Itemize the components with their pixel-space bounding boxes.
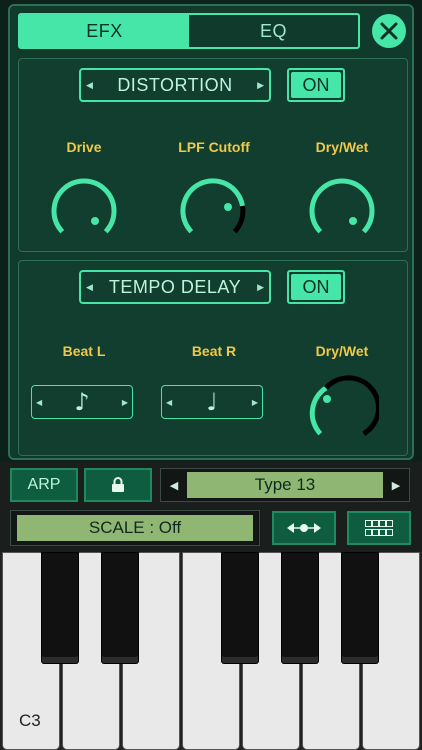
left-arrow-icon[interactable]: ◀ [86, 80, 93, 91]
close-icon [380, 22, 398, 40]
lpf-cutoff-label: LPF Cutoff [178, 139, 250, 155]
lock-icon [112, 477, 124, 492]
piano-keyboard: C3 [0, 552, 422, 750]
right-arrow-icon[interactable]: ▶ [257, 282, 264, 293]
black-key-d-sharp[interactable] [101, 552, 139, 664]
close-button[interactable] [372, 14, 406, 48]
effects-panel: EFX EQ ◀ DISTORTION ▶ ON Drive LPF Cutof… [8, 4, 414, 460]
effect-2-state: ON [291, 274, 341, 300]
effect-selector-2[interactable]: ◀ TEMPO DELAY ▶ [79, 270, 271, 304]
grid-button[interactable] [347, 511, 411, 545]
grid-icon [365, 520, 393, 536]
beat-r-selector[interactable]: ◀ ♩ ▶ [161, 385, 263, 419]
drywet-knob-1[interactable] [305, 173, 379, 247]
lock-button[interactable] [84, 468, 152, 502]
tab-efx[interactable]: EFX [20, 15, 189, 47]
effect-selector-1[interactable]: ◀ DISTORTION ▶ [79, 68, 271, 102]
app-root: EFX EQ ◀ DISTORTION ▶ ON Drive LPF Cutof… [0, 0, 422, 750]
right-arrow-icon[interactable]: ▶ [122, 398, 128, 407]
scale-selector[interactable]: SCALE : Off [10, 510, 260, 546]
scale-display: SCALE : Off [17, 515, 253, 541]
effect-1-state: ON [291, 72, 341, 98]
type-selector[interactable]: ◀ Type 13 ▶ [160, 468, 410, 502]
type-display: Type 13 [187, 472, 383, 498]
key-label-c3: C3 [19, 711, 41, 730]
beat-r-label: Beat R [191, 343, 237, 359]
tab-eq[interactable]: EQ [189, 15, 358, 47]
left-arrow-icon[interactable]: ◀ [161, 479, 187, 492]
tab-bar: EFX EQ [18, 13, 360, 49]
arrows-expand-icon [287, 523, 321, 533]
effect-name-2: TEMPO DELAY [108, 276, 242, 297]
eighth-note-icon: ♪ [74, 388, 90, 416]
black-key-c-sharp[interactable] [41, 552, 79, 664]
drywet-label-2: Dry/Wet [315, 343, 369, 359]
left-arrow-icon[interactable]: ◀ [36, 398, 42, 407]
beat-l-label: Beat L [62, 343, 106, 359]
beat-l-selector[interactable]: ◀ ♪ ▶ [31, 385, 133, 419]
arp-button[interactable]: ARP [10, 468, 78, 502]
black-key-g-sharp[interactable] [281, 552, 319, 664]
left-arrow-icon[interactable]: ◀ [86, 282, 93, 293]
effect-1-on-button[interactable]: ON [287, 68, 345, 102]
drywet-label-1: Dry/Wet [315, 139, 369, 155]
black-key-f-sharp[interactable] [221, 552, 259, 664]
distortion-section: ◀ DISTORTION ▶ ON Drive LPF Cutoff Dry/W… [18, 58, 408, 252]
left-arrow-icon[interactable]: ◀ [166, 398, 172, 407]
effect-2-on-button[interactable]: ON [287, 270, 345, 304]
drive-label: Drive [66, 139, 102, 155]
effect-name-1: DISTORTION [117, 74, 233, 95]
drive-knob[interactable] [47, 173, 121, 247]
transpose-button[interactable] [272, 511, 336, 545]
tempo-delay-section: ◀ TEMPO DELAY ▶ ON Beat L Beat R Dry/Wet… [18, 260, 408, 456]
right-arrow-icon[interactable]: ▶ [252, 398, 258, 407]
lpf-cutoff-knob[interactable] [176, 173, 250, 247]
drywet-knob-2[interactable] [305, 375, 379, 449]
black-key-a-sharp[interactable] [341, 552, 379, 664]
quarter-note-icon: ♩ [206, 388, 218, 416]
right-arrow-icon[interactable]: ▶ [257, 80, 264, 91]
right-arrow-icon[interactable]: ▶ [383, 479, 409, 492]
